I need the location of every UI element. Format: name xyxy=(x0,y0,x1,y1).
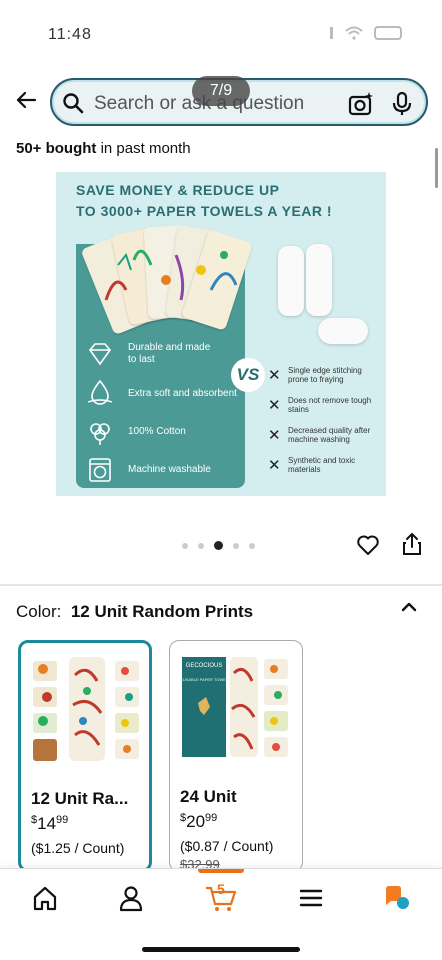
con-stains: Does not remove tough stains xyxy=(288,396,372,414)
status-bar: 11:48 xyxy=(0,0,442,70)
cart-count-badge: 5 xyxy=(217,881,225,897)
price-fraction: 99 xyxy=(56,814,69,826)
vs-badge: VS xyxy=(231,358,265,392)
carousel-dots[interactable] xyxy=(182,541,255,550)
con-synthetic: Synthetic and toxic materials xyxy=(288,456,356,474)
cross-icon: ✕ xyxy=(268,397,281,414)
towel-pattern xyxy=(104,249,238,301)
droplet-icon xyxy=(87,379,113,405)
purchase-count: 50+ bought in past month xyxy=(16,140,191,157)
chevron-up-icon[interactable] xyxy=(400,598,418,616)
color-option-12-unit[interactable]: 12 Unit Ra... $1499 ($1.25 / Count) xyxy=(18,640,152,872)
option-thumbnail xyxy=(33,657,139,761)
feature-durable: Durable and made to last xyxy=(128,342,211,365)
share-icon[interactable] xyxy=(402,532,422,556)
packaging-product: REUSABLE PAPER TOWELS xyxy=(180,677,231,682)
cotton-icon xyxy=(90,423,110,445)
selected-color-value: 12 Unit Random Prints xyxy=(70,602,254,621)
status-time: 11:48 xyxy=(48,26,92,43)
option-title: 12 Unit Ra... xyxy=(31,789,129,808)
menu-icon[interactable] xyxy=(296,883,326,913)
carousel-dot[interactable] xyxy=(249,542,255,549)
signal-icon xyxy=(330,27,333,39)
product-image[interactable]: SAVE MONEY & REDUCE UP TO 3000+ PAPER TO… xyxy=(56,172,386,496)
rufus-assistant-icon[interactable] xyxy=(382,883,412,913)
con-washing: Decreased quality after machine washing xyxy=(288,426,371,444)
image-headline: SAVE MONEY & REDUCE UP TO 3000+ PAPER TO… xyxy=(76,180,332,222)
color-option-24-unit[interactable]: GECOCIOUS REUSABLE PAPER TOWELS 24 Unit … xyxy=(169,640,303,872)
diamond-icon xyxy=(88,343,112,366)
option-price: $2099 xyxy=(180,812,217,832)
carousel-dot[interactable] xyxy=(198,542,204,549)
feature-absorbent: Extra soft and absorbent xyxy=(128,388,237,399)
option-unit-price: ($1.25 / Count) xyxy=(31,840,125,856)
cross-icon: ✕ xyxy=(268,457,281,474)
price-fraction: 99 xyxy=(205,812,218,824)
option-title: 24 Unit xyxy=(180,787,237,806)
home-indicator[interactable] xyxy=(142,947,300,952)
washing-machine-icon xyxy=(89,458,111,482)
scrollbar[interactable] xyxy=(435,148,438,188)
headline-line-1: SAVE MONEY & REDUCE UP xyxy=(76,182,280,198)
cross-icon: ✕ xyxy=(268,427,281,444)
heart-icon[interactable] xyxy=(356,534,380,556)
price-whole: 14 xyxy=(37,814,57,833)
section-divider xyxy=(0,584,442,586)
microphone-icon[interactable] xyxy=(390,91,414,117)
feature-washable: Machine washable xyxy=(128,464,211,475)
paper-roll-illustration xyxy=(306,244,332,316)
cross-icon: ✕ xyxy=(268,367,281,384)
carousel-dot-active[interactable] xyxy=(214,541,223,550)
image-counter: 7/9 xyxy=(192,76,250,106)
active-tab-indicator xyxy=(198,869,244,873)
carousel-dot[interactable] xyxy=(182,542,188,549)
feature-cotton: 100% Cotton xyxy=(128,426,186,437)
bottom-navigation: 5 xyxy=(0,868,442,960)
carousel-dot[interactable] xyxy=(233,542,239,549)
option-unit-price: ($0.87 / Count) xyxy=(180,838,274,854)
wifi-icon xyxy=(345,26,363,40)
purchase-count-value: 50+ bought xyxy=(16,140,97,157)
camera-search-icon[interactable] xyxy=(348,91,374,117)
option-price: $1499 xyxy=(31,814,68,834)
status-icons xyxy=(320,26,402,40)
price-whole: 20 xyxy=(186,812,206,831)
battery-icon xyxy=(374,26,402,40)
search-icon xyxy=(63,93,84,114)
option-thumbnail: GECOCIOUS REUSABLE PAPER TOWELS xyxy=(180,657,288,757)
color-label-text: Color: xyxy=(16,602,62,621)
purchase-count-suffix: in past month xyxy=(96,140,191,157)
color-label: Color: 12 Unit Random Prints xyxy=(16,602,253,622)
headline-line-2: TO 3000+ PAPER TOWELS A YEAR ! xyxy=(76,203,333,219)
con-fraying: Single edge stitching prone to fraying xyxy=(288,366,362,384)
paper-roll-illustration xyxy=(318,318,368,344)
back-arrow-icon[interactable] xyxy=(14,88,38,112)
home-icon[interactable] xyxy=(30,883,60,913)
packaging-brand: GECOCIOUS xyxy=(186,663,223,669)
account-icon[interactable] xyxy=(116,883,146,913)
paper-roll-illustration xyxy=(278,246,304,316)
